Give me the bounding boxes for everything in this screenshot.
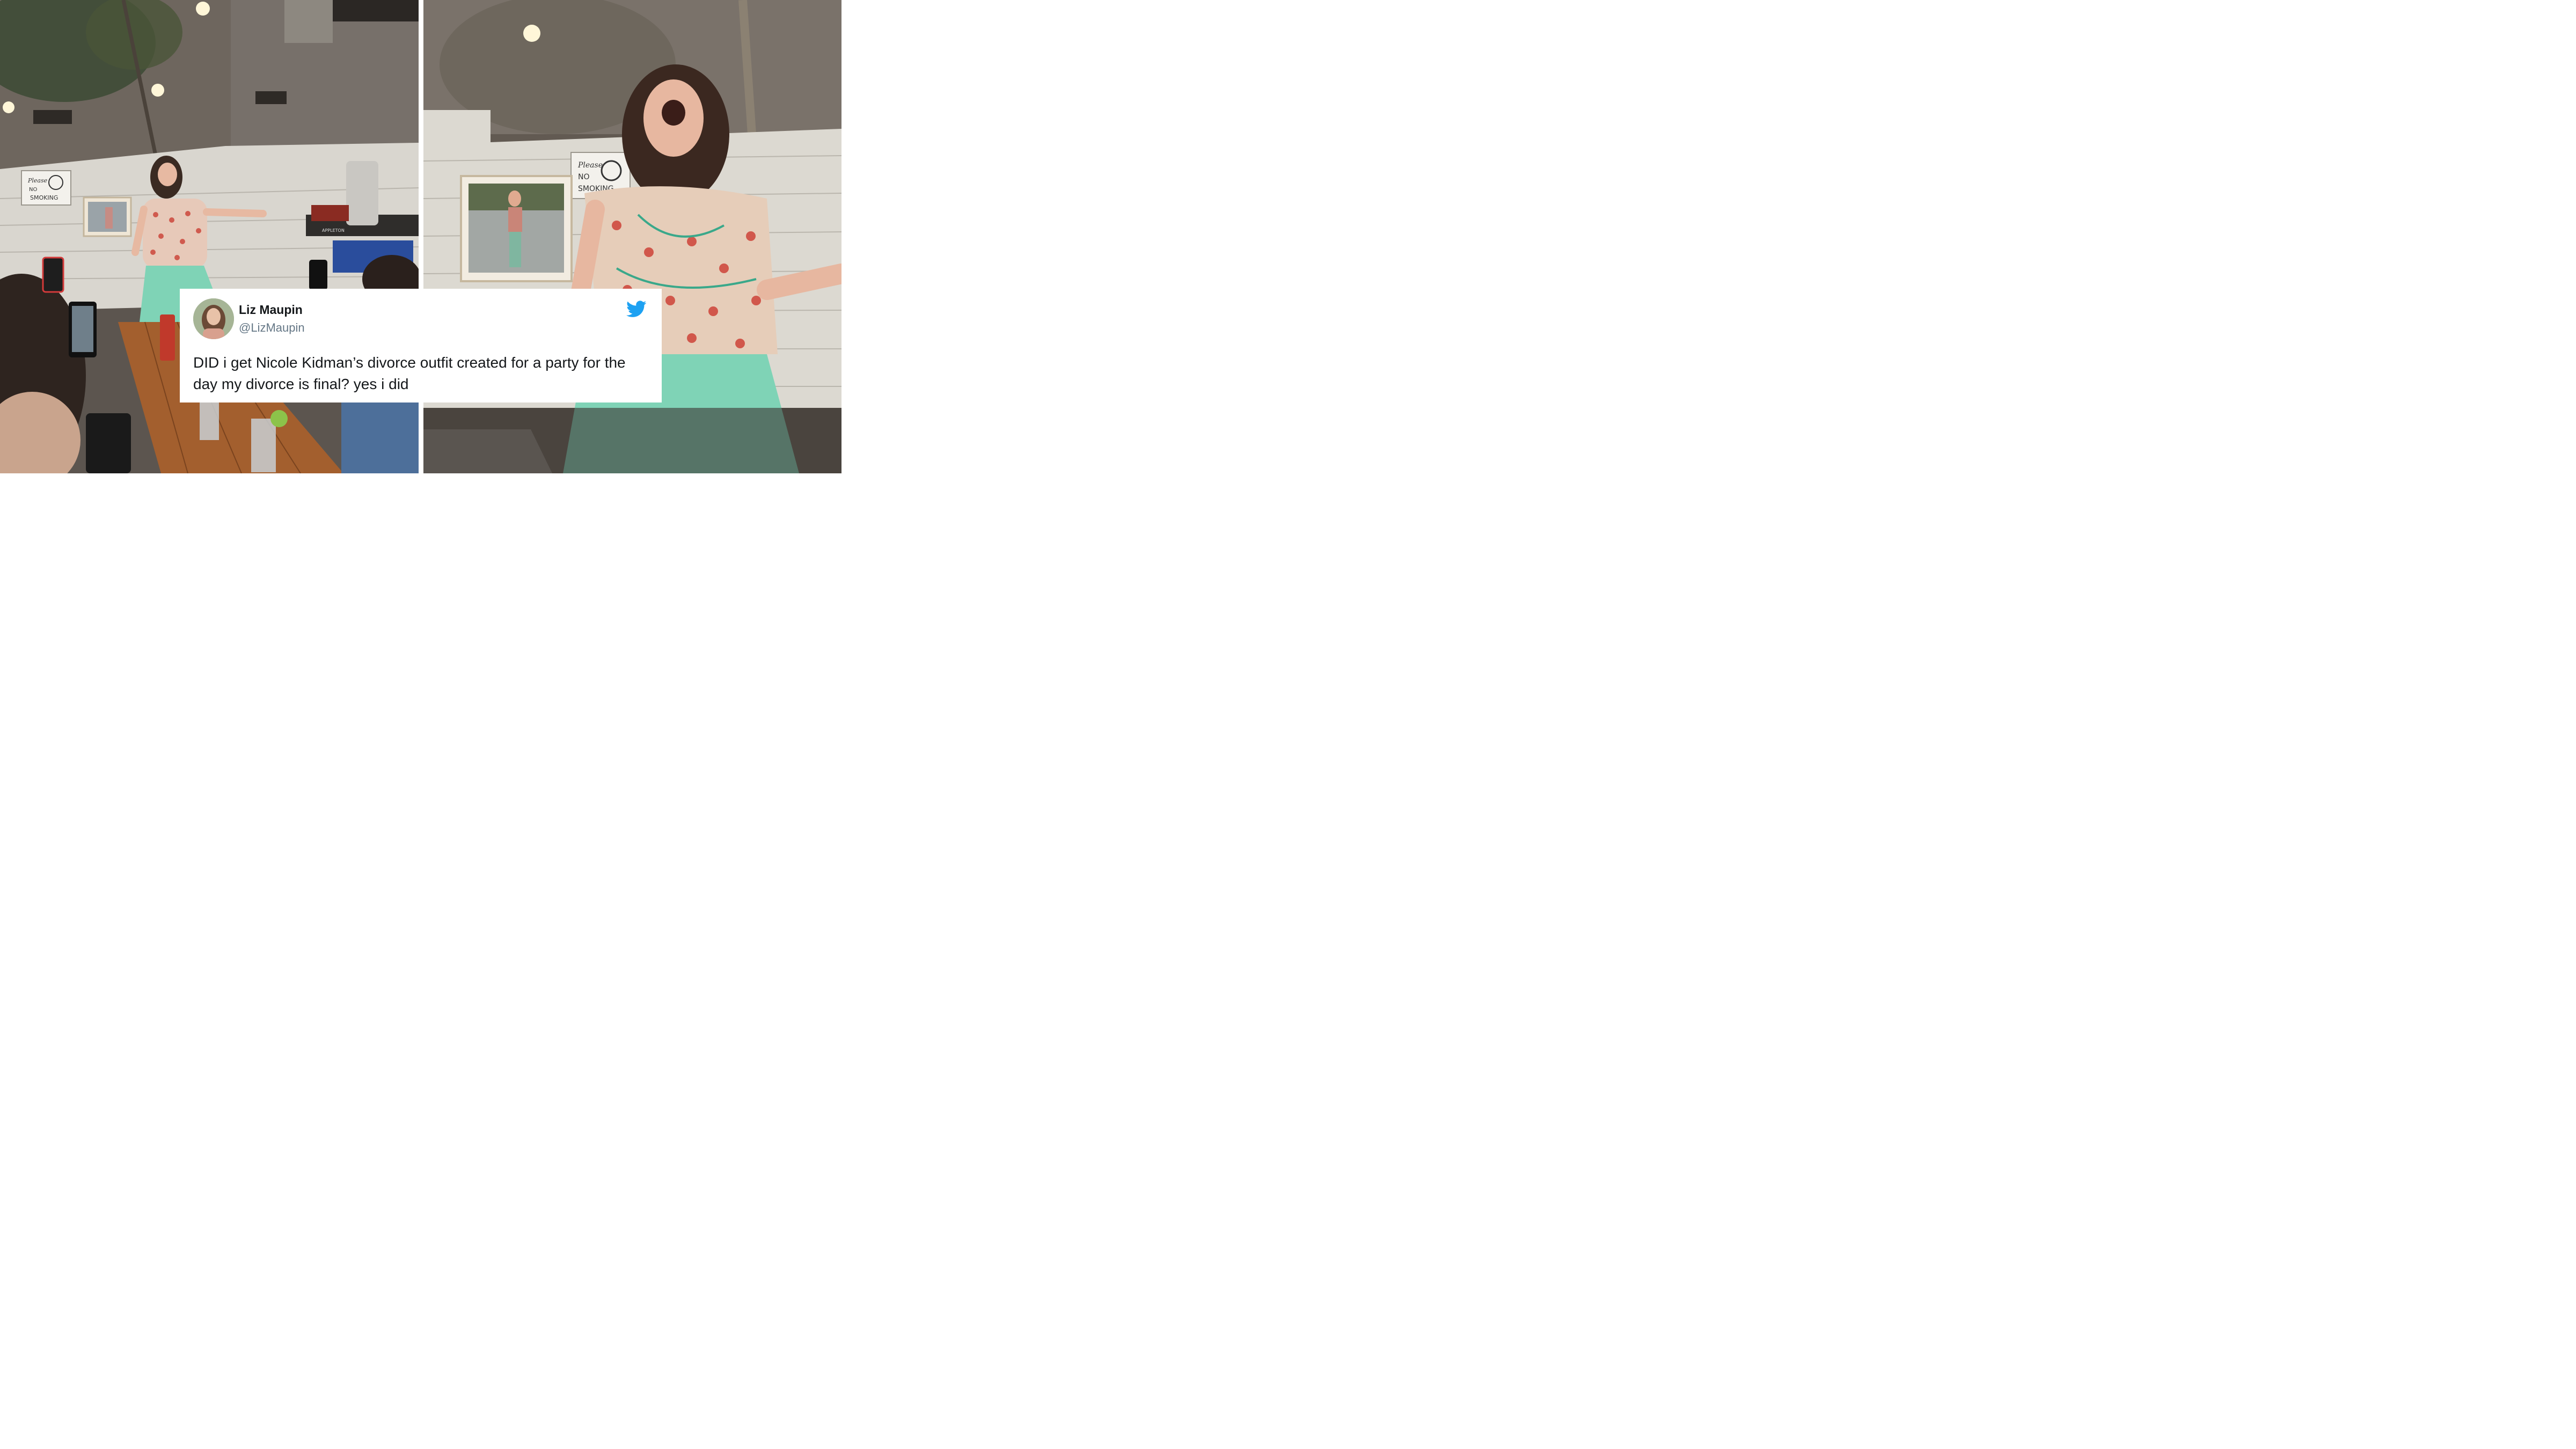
twitter-bird-icon [626,301,647,317]
composite-image: Please NO SMOKING APPLETON Please NO SMO… [0,0,841,473]
display-name[interactable]: Liz Maupin [239,303,303,317]
tweet-text: DID i get Nicole Kidman’s divorce outfit… [193,354,626,392]
avatar[interactable] [193,298,234,339]
left-sign-smoking: SMOKING [30,194,58,201]
left-sign-no: NO [29,187,37,193]
right-sign-no: NO [578,173,590,181]
left-jug-label: APPLETON [322,228,345,233]
avatar-image [193,298,234,339]
left-sign-please: Please [27,177,48,184]
tweet-card: Liz Maupin @LizMaupin DID i get Nicole K… [180,289,662,402]
user-handle[interactable]: @LizMaupin [239,321,305,335]
right-sign-please: Please [577,161,603,170]
